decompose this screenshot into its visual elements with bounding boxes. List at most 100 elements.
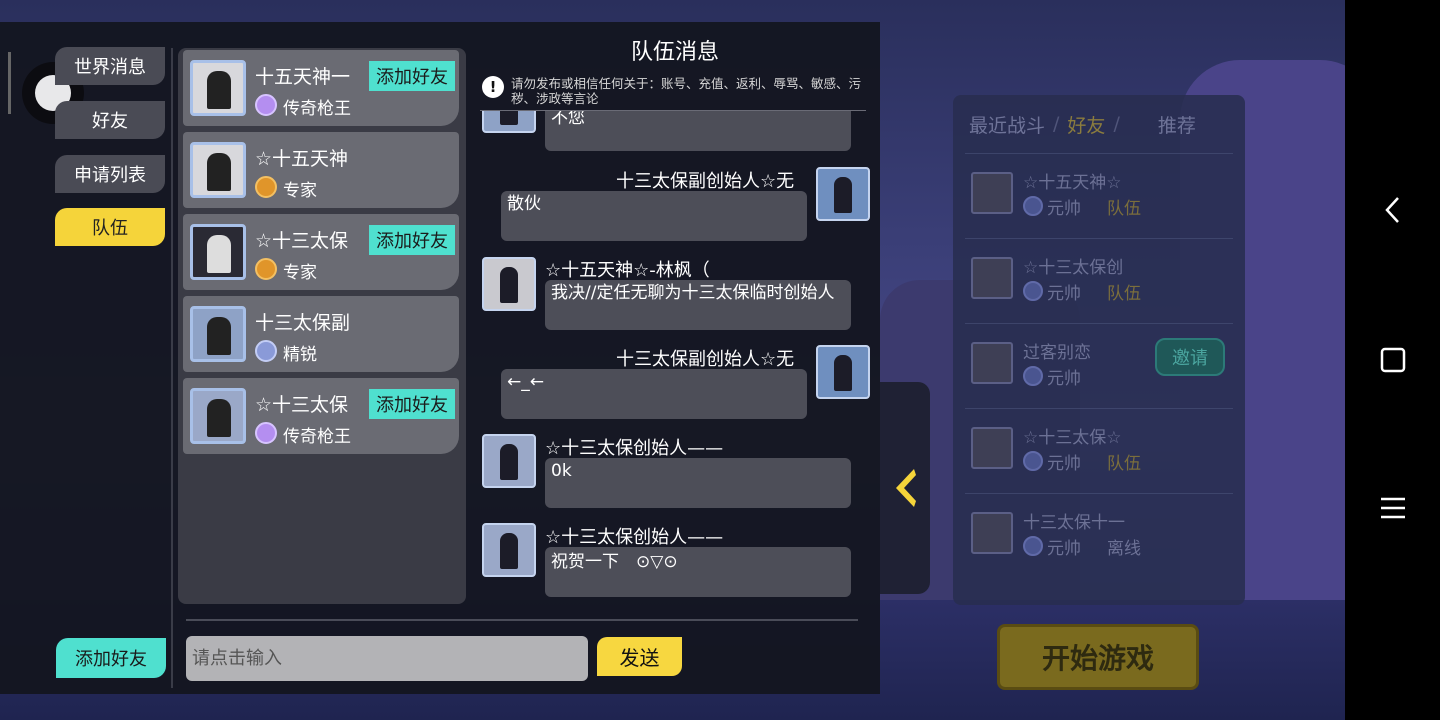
- avatar: [190, 306, 246, 362]
- avatar: [971, 427, 1013, 469]
- friend-status: 队伍: [1107, 284, 1141, 304]
- member-rank: 传奇枪王: [283, 427, 351, 447]
- marshal-rank-icon: [1023, 196, 1043, 216]
- friend-panel-tabs: 最近战斗 / 好友 / 推荐: [953, 95, 1245, 153]
- avatar: [482, 434, 536, 488]
- avatar: [482, 523, 536, 577]
- expert-rank-icon: [255, 258, 277, 280]
- friend-rank: 元帅: [1047, 369, 1081, 389]
- tab-world-messages[interactable]: 世界消息: [55, 47, 165, 85]
- avatar: [190, 60, 246, 116]
- member-name: ☆十五天神: [255, 148, 349, 170]
- back-chevron-icon: [1384, 197, 1399, 223]
- friend-rank: 元帅: [1047, 454, 1081, 474]
- friend-row[interactable]: ☆十三太保创 元帅 队伍: [965, 238, 1233, 318]
- divider: [171, 48, 173, 688]
- divider: [186, 619, 858, 621]
- tab-friends-list[interactable]: 好友: [55, 101, 165, 139]
- avatar: [190, 142, 246, 198]
- member-rank: 专家: [283, 181, 317, 201]
- friend-row[interactable]: ☆十三太保☆ 元帅 队伍: [965, 408, 1233, 488]
- marshal-rank-icon: [1023, 451, 1043, 471]
- add-friend-button[interactable]: 添加好友: [369, 389, 455, 419]
- chat-input[interactable]: [186, 636, 588, 681]
- friend-rank: 元帅: [1047, 199, 1081, 219]
- start-game-button[interactable]: 开始游戏: [997, 624, 1199, 690]
- avatar: [971, 342, 1013, 384]
- friend-status: 离线: [1107, 539, 1141, 559]
- member-rank: 专家: [283, 263, 317, 283]
- member-name: ☆十三太保: [255, 230, 349, 252]
- member-rank: 精锐: [283, 345, 317, 365]
- message-sender: 十三太保副创始人☆无: [616, 349, 795, 370]
- marshal-rank-icon: [1023, 281, 1043, 301]
- friend-row[interactable]: ☆十五天神☆ 元帅 队伍: [965, 153, 1233, 233]
- message-bubble: 我决//定任无聊为十三太保临时创始人: [545, 280, 851, 330]
- home-button[interactable]: [1345, 330, 1440, 390]
- square-home-icon: [1380, 347, 1405, 373]
- message-bubble: 祝贺一下 ⊙▽⊙: [545, 547, 851, 597]
- send-button[interactable]: 发送: [597, 637, 682, 676]
- message-sender: 十三太保副创始人☆无: [616, 171, 795, 192]
- tab-friends[interactable]: 好友: [1067, 111, 1105, 138]
- chat-message-list[interactable]: 不您 十三太保副创始人☆无 散伙 ☆十五天神☆-林枫（ 我决//定任无聊为十三太…: [476, 111, 876, 611]
- tab-separator: /: [1053, 113, 1060, 135]
- avatar: [971, 512, 1013, 554]
- friend-name: ☆十三太保☆: [1023, 428, 1122, 448]
- friend-panel: 最近战斗 / 好友 / 推荐 ☆十五天神☆ 元帅 队伍 ☆十三太保创 元帅 队伍…: [953, 95, 1245, 605]
- tab-recommend[interactable]: 推荐: [1158, 111, 1196, 138]
- warning-text: 请勿发布或相信任何关于：账号、充值、返利、辱骂、敏感、污秽、涉政等言论: [511, 76, 862, 106]
- tab-request-list[interactable]: 申请列表: [55, 155, 165, 193]
- team-member-list: 十五天神一 传奇枪王 添加好友 ☆十五天神 专家 ☆十三太保 专家 添加好友 十…: [178, 48, 466, 604]
- friend-name: ☆十三太保创: [1023, 258, 1124, 278]
- legend-rank-icon: [255, 94, 277, 116]
- legend-rank-icon: [255, 422, 277, 444]
- friend-row[interactable]: 十三太保十一 元帅 离线: [965, 493, 1233, 573]
- list-item[interactable]: ☆十三太保 专家 添加好友: [183, 214, 459, 290]
- expert-rank-icon: [255, 176, 277, 198]
- tab-recent-battles[interactable]: 最近战斗: [969, 111, 1045, 138]
- member-rank: 传奇枪王: [283, 99, 351, 119]
- menu-icon: [1380, 497, 1405, 519]
- add-friend-button[interactable]: 添加好友: [369, 225, 455, 255]
- marshal-rank-icon: [1023, 366, 1043, 386]
- chevron-left-icon: [896, 469, 916, 507]
- friend-status: 队伍: [1107, 199, 1141, 219]
- message-sender: ☆十三太保创始人——: [545, 438, 724, 459]
- back-button[interactable]: [1345, 180, 1440, 240]
- add-friend-button[interactable]: 添加好友: [56, 638, 166, 678]
- message-bubble: ←_←: [501, 369, 807, 419]
- chat-title: 队伍消息: [630, 40, 719, 65]
- marshal-rank-icon: [1023, 536, 1043, 556]
- message-bubble: 不您: [545, 111, 851, 151]
- scrollbar-track: [8, 52, 11, 114]
- member-name: 十五天神一: [255, 66, 351, 88]
- list-item[interactable]: 十三太保副 精锐: [183, 296, 459, 372]
- list-item[interactable]: ☆十五天神 专家: [183, 132, 459, 208]
- friend-status: 队伍: [1107, 454, 1141, 474]
- invite-button[interactable]: 邀请: [1155, 338, 1225, 376]
- friend-row[interactable]: 过客别恋 元帅 邀请: [965, 323, 1233, 403]
- friend-name: 过客别恋: [1023, 343, 1091, 363]
- avatar: [971, 257, 1013, 299]
- collapse-panel-button[interactable]: [880, 382, 930, 594]
- message-sender: ☆十三太保创始人——: [545, 527, 724, 548]
- menu-button[interactable]: [1345, 478, 1440, 538]
- avatar: [482, 111, 536, 133]
- list-item[interactable]: 十五天神一 传奇枪王 添加好友: [183, 50, 459, 126]
- friend-name: ☆十五天神☆: [1023, 173, 1122, 193]
- message-bubble: 0k: [545, 458, 851, 508]
- member-name: 十三太保副: [255, 312, 351, 334]
- list-item[interactable]: ☆十三太保 传奇枪王 添加好友: [183, 378, 459, 454]
- member-name: ☆十三太保: [255, 394, 349, 416]
- friend-rank: 元帅: [1047, 284, 1081, 304]
- tab-team[interactable]: 队伍: [55, 208, 165, 246]
- tab-separator: /: [1113, 113, 1120, 135]
- avatar: [971, 172, 1013, 214]
- add-friend-button[interactable]: 添加好友: [369, 61, 455, 91]
- avatar: [482, 257, 536, 311]
- avatar: [190, 388, 246, 444]
- avatar: [816, 345, 870, 399]
- friend-name: 十三太保十一: [1023, 513, 1125, 533]
- message-bubble: 散伙: [501, 191, 807, 241]
